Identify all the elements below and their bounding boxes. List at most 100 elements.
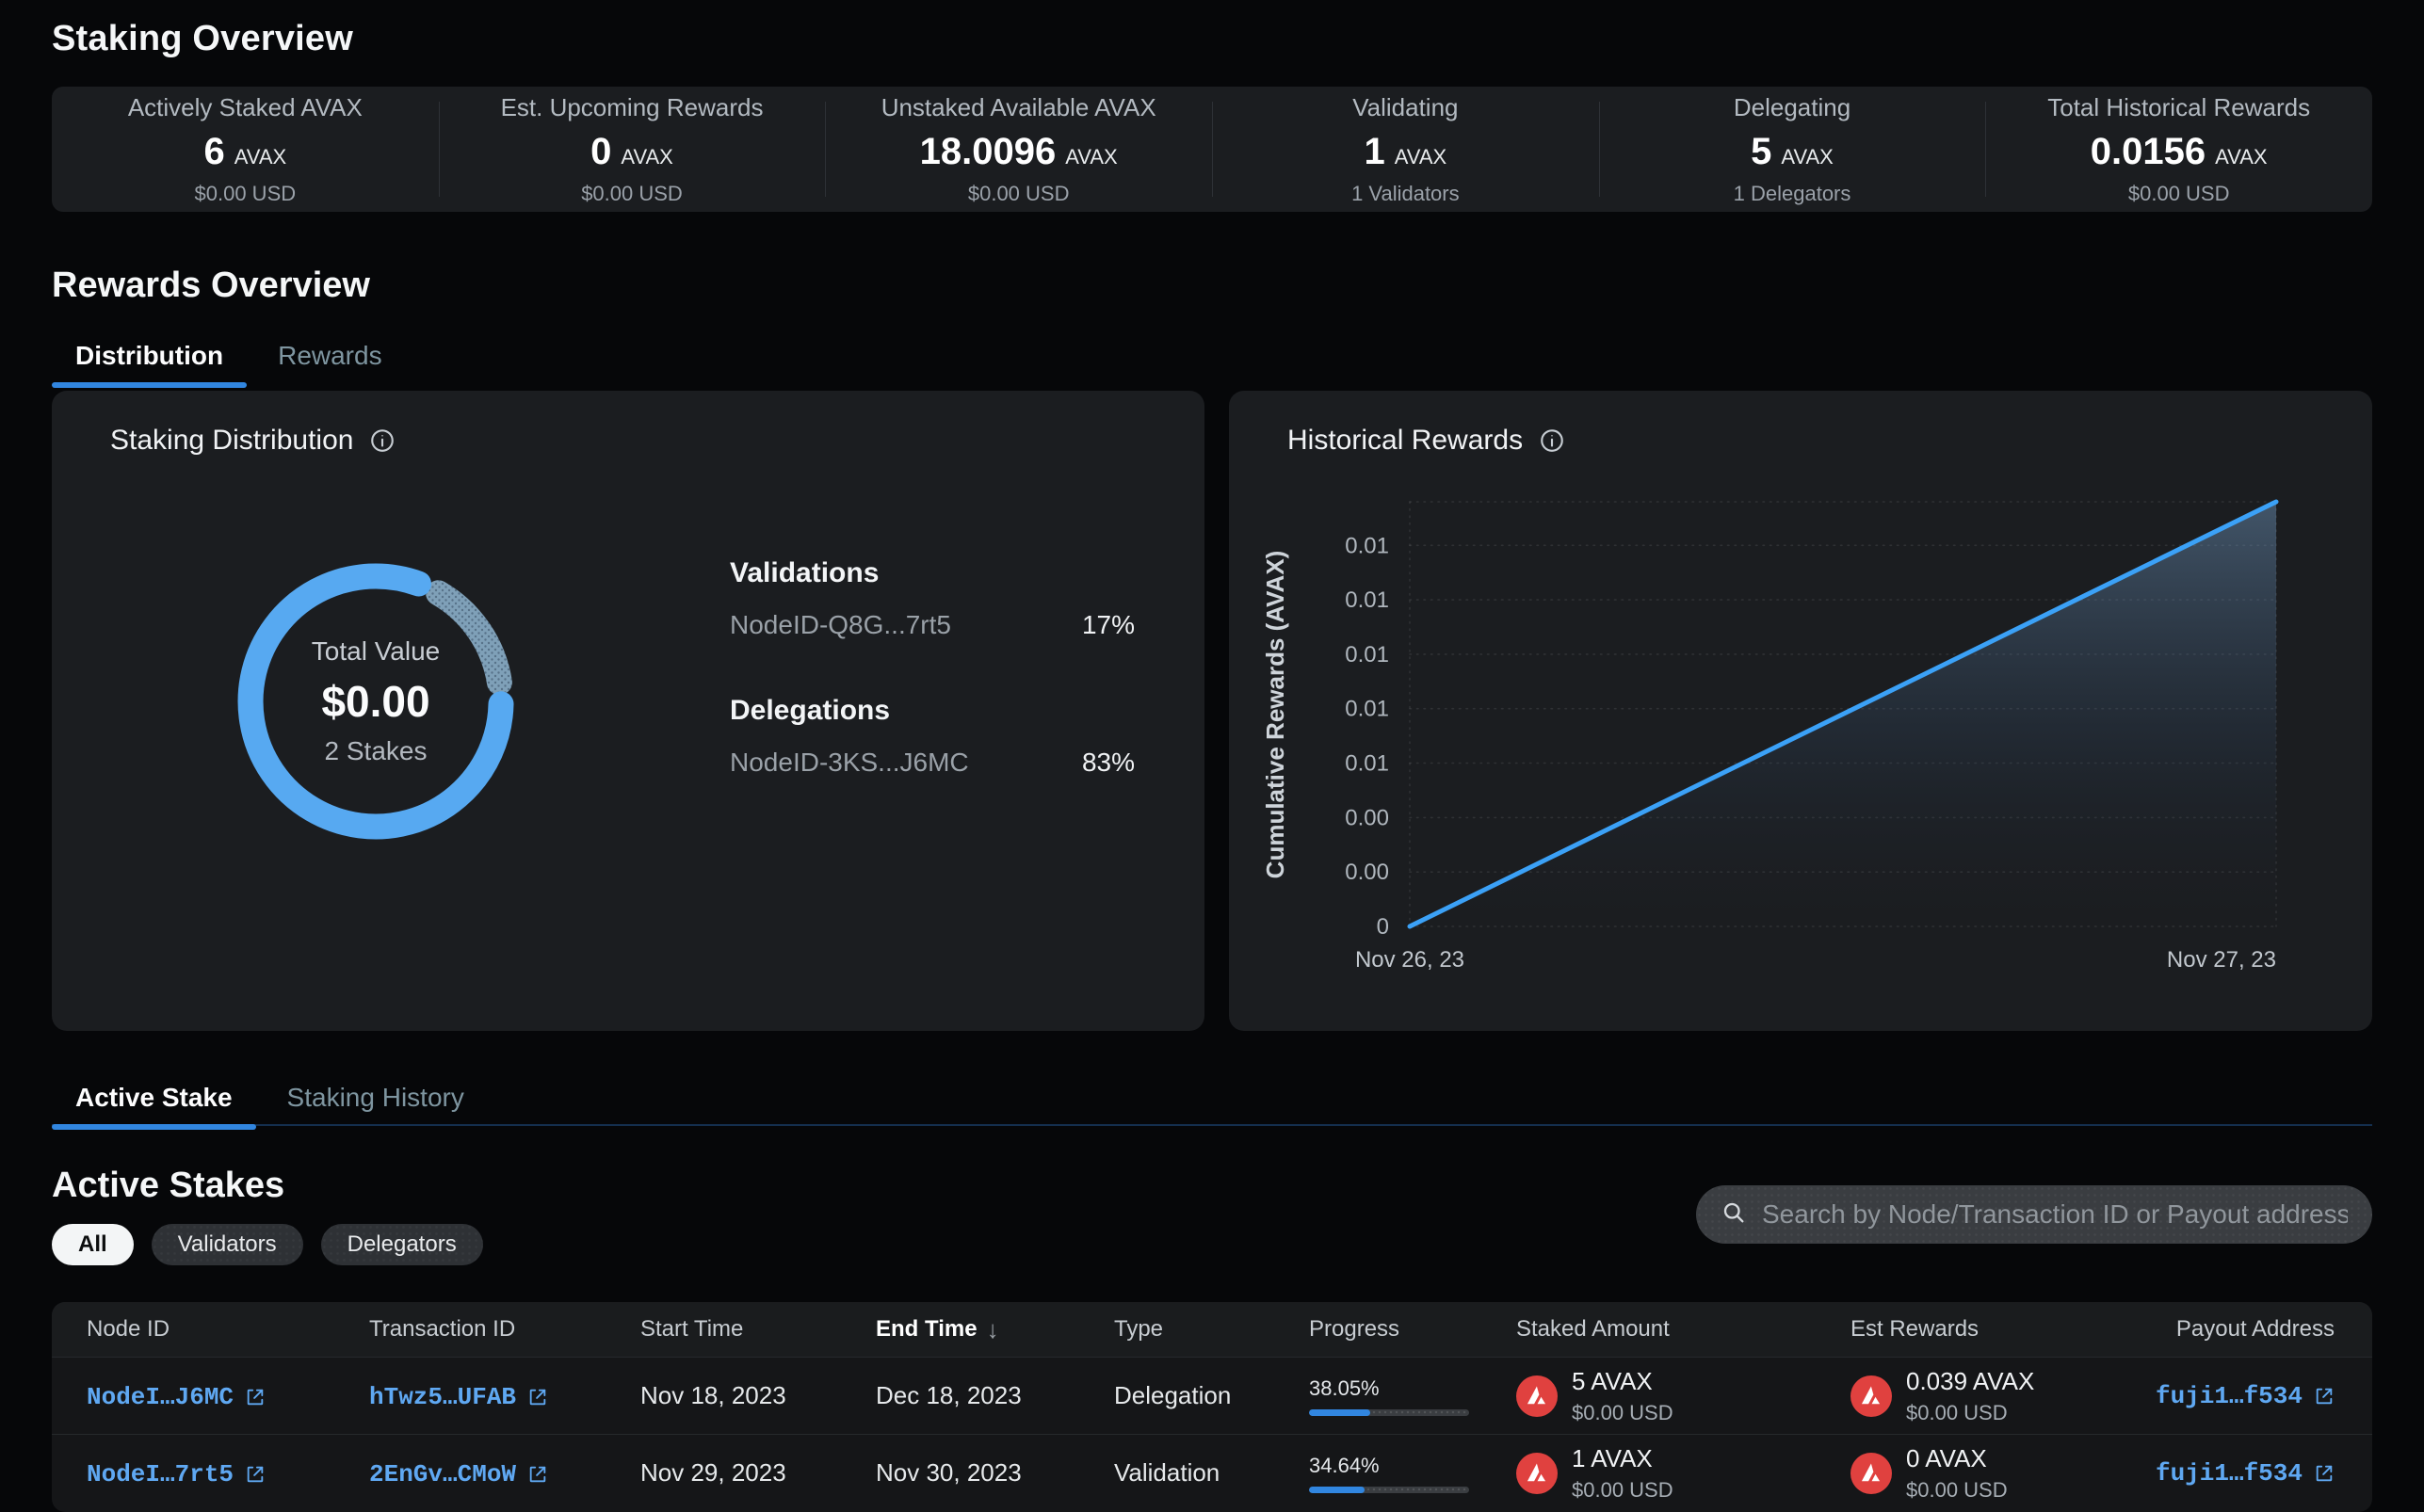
payout-address-text: fuji1…f534: [2156, 1459, 2303, 1488]
payout-address-text: fuji1…f534: [2156, 1382, 2303, 1410]
search-icon: [1721, 1199, 1747, 1231]
avax-logo-icon: [1516, 1375, 1558, 1417]
svg-text:0.01: 0.01: [1345, 587, 1389, 613]
col-payout-address[interactable]: Payout Address: [2133, 1316, 2335, 1343]
staked-usd: $0.00 USD: [1572, 1478, 1673, 1503]
svg-text:0.01: 0.01: [1345, 533, 1389, 558]
delegations-heading: Delegations: [730, 695, 1135, 727]
progress-pct: 38.05%: [1309, 1376, 1516, 1401]
staking-dashboard: Staking Overview Actively Staked AVAX 6A…: [0, 0, 2424, 1512]
sort-desc-icon: ↓: [987, 1315, 999, 1344]
col-est-rewards[interactable]: Est Rewards: [1850, 1316, 2133, 1343]
stat-value: 0.0156: [2091, 131, 2206, 173]
col-start-time[interactable]: Start Time: [640, 1316, 876, 1343]
svg-text:0.01: 0.01: [1345, 751, 1389, 777]
filter-delegators[interactable]: Delegators: [321, 1224, 483, 1265]
svg-text:0.01: 0.01: [1345, 697, 1389, 722]
staking-overview-stats: Actively Staked AVAX 6AVAX $0.00 USD Est…: [52, 87, 2372, 212]
historical-rewards-chart[interactable]: 00.000.000.010.010.010.010.01Cumulative …: [1248, 480, 2350, 1021]
info-icon[interactable]: [368, 426, 396, 455]
tab-distribution[interactable]: Distribution: [52, 341, 247, 388]
stake-tabs: Active Stake Staking History: [52, 1083, 488, 1130]
progress-bar: [1309, 1487, 1469, 1493]
tab-staking-history[interactable]: Staking History: [264, 1083, 488, 1130]
stat-sub: $0.00 USD: [581, 182, 683, 206]
col-progress[interactable]: Progress: [1309, 1316, 1516, 1343]
tx-id-text: hTwz5…UFAB: [369, 1383, 516, 1411]
filter-validators[interactable]: Validators: [152, 1224, 303, 1265]
table-row[interactable]: NodeI…J6MC hTwz5…UFAB Nov 18, 2023 Dec 1…: [52, 1357, 2372, 1434]
payout-address-link[interactable]: fuji1…f534: [2156, 1382, 2335, 1410]
staked-amount: 5 AVAX: [1572, 1367, 1673, 1396]
avax-logo-icon: [1850, 1453, 1892, 1494]
est-rewards-cell: 0.039 AVAX$0.00 USD: [1850, 1367, 2133, 1425]
svg-text:0: 0: [1377, 914, 1389, 940]
stat-delegating: Delegating 5AVAX 1 Delegators: [1599, 87, 1986, 212]
delegation-node-id: NodeID-3KS...J6MC: [730, 748, 969, 778]
col-staked-amount[interactable]: Staked Amount: [1516, 1316, 1850, 1343]
filter-all[interactable]: All: [52, 1224, 134, 1265]
active-stakes-title: Active Stakes: [52, 1166, 284, 1206]
col-transaction-id[interactable]: Transaction ID: [369, 1316, 640, 1343]
tab-rewards[interactable]: Rewards: [254, 341, 405, 388]
stat-sub: $0.00 USD: [968, 182, 1070, 206]
progress-cell: 34.64%: [1309, 1454, 1516, 1493]
staking-distribution-title: Staking Distribution: [110, 425, 353, 457]
external-link-icon: [245, 1464, 266, 1485]
table-row[interactable]: NodeI…7rt5 2EnGv…CMoW Nov 29, 2023 Nov 3…: [52, 1434, 2372, 1511]
stat-label: Total Historical Rewards: [2047, 93, 2310, 122]
svg-text:0.01: 0.01: [1345, 642, 1389, 668]
stat-value: 18.0096: [920, 131, 1057, 173]
node-id-text: NodeI…7rt5: [87, 1460, 234, 1488]
col-type[interactable]: Type: [1114, 1316, 1309, 1343]
page-title: Staking Overview: [52, 19, 353, 59]
validations-heading: Validations: [730, 557, 1135, 589]
node-id-link[interactable]: NodeI…7rt5: [87, 1460, 266, 1488]
avax-logo-icon: [1850, 1375, 1892, 1417]
stat-unit: AVAX: [1065, 145, 1117, 169]
tx-id-link[interactable]: hTwz5…UFAB: [369, 1383, 548, 1411]
stat-label: Est. Upcoming Rewards: [501, 93, 764, 122]
delegation-pct: 83%: [1082, 748, 1135, 778]
stat-unit: AVAX: [621, 145, 672, 169]
external-link-icon: [245, 1387, 266, 1407]
est-rewards-usd: $0.00 USD: [1906, 1401, 2034, 1425]
stake-type: Delegation: [1114, 1381, 1309, 1410]
stat-label: Delegating: [1734, 93, 1850, 122]
historical-rewards-panel: Historical Rewards 00.000.000.010.010.01…: [1229, 391, 2372, 1031]
node-id-link[interactable]: NodeI…J6MC: [87, 1383, 266, 1411]
staking-distribution-panel: Staking Distribution Total Value $0.00 2…: [52, 391, 1204, 1031]
staked-amount-cell: 5 AVAX$0.00 USD: [1516, 1367, 1850, 1425]
end-time: Dec 18, 2023: [876, 1381, 1114, 1410]
rewards-tabs: Distribution Rewards: [52, 341, 406, 388]
end-time: Nov 30, 2023: [876, 1458, 1114, 1488]
stake-filters: All Validators Delegators: [52, 1224, 483, 1265]
tx-id-text: 2EnGv…CMoW: [369, 1460, 516, 1488]
stat-sub: $0.00 USD: [2128, 182, 2230, 206]
stat-label: Unstaked Available AVAX: [881, 93, 1156, 122]
external-link-icon: [527, 1464, 548, 1485]
stat-unit: AVAX: [2215, 145, 2267, 169]
external-link-icon: [527, 1387, 548, 1407]
tx-id-link[interactable]: 2EnGv…CMoW: [369, 1460, 548, 1488]
svg-text:Nov 26, 23: Nov 26, 23: [1355, 947, 1464, 973]
stake-type: Validation: [1114, 1458, 1309, 1488]
donut-total-label: Total Value: [312, 636, 440, 667]
search-input[interactable]: [1762, 1199, 2348, 1230]
stat-value: 6: [203, 131, 224, 173]
staked-amount-cell: 1 AVAX$0.00 USD: [1516, 1444, 1850, 1503]
payout-address-link[interactable]: fuji1…f534: [2156, 1459, 2335, 1488]
tab-active-stake[interactable]: Active Stake: [52, 1083, 256, 1130]
validation-pct: 17%: [1082, 610, 1135, 640]
search-bar: [1696, 1185, 2372, 1244]
col-end-time[interactable]: End Time ↓: [876, 1315, 1114, 1344]
rewards-overview-title: Rewards Overview: [52, 265, 370, 306]
stat-upcoming-rewards: Est. Upcoming Rewards 0AVAX $0.00 USD: [439, 87, 826, 212]
donut-center-text: Total Value $0.00 2 Stakes: [223, 549, 528, 854]
info-icon[interactable]: [1538, 426, 1566, 455]
est-rewards: 0 AVAX: [1906, 1444, 2008, 1473]
external-link-icon: [2314, 1386, 2335, 1407]
col-end-time-label: End Time: [876, 1316, 978, 1343]
col-node-id[interactable]: Node ID: [87, 1316, 369, 1343]
active-stakes-table: Node ID Transaction ID Start Time End Ti…: [52, 1302, 2372, 1512]
